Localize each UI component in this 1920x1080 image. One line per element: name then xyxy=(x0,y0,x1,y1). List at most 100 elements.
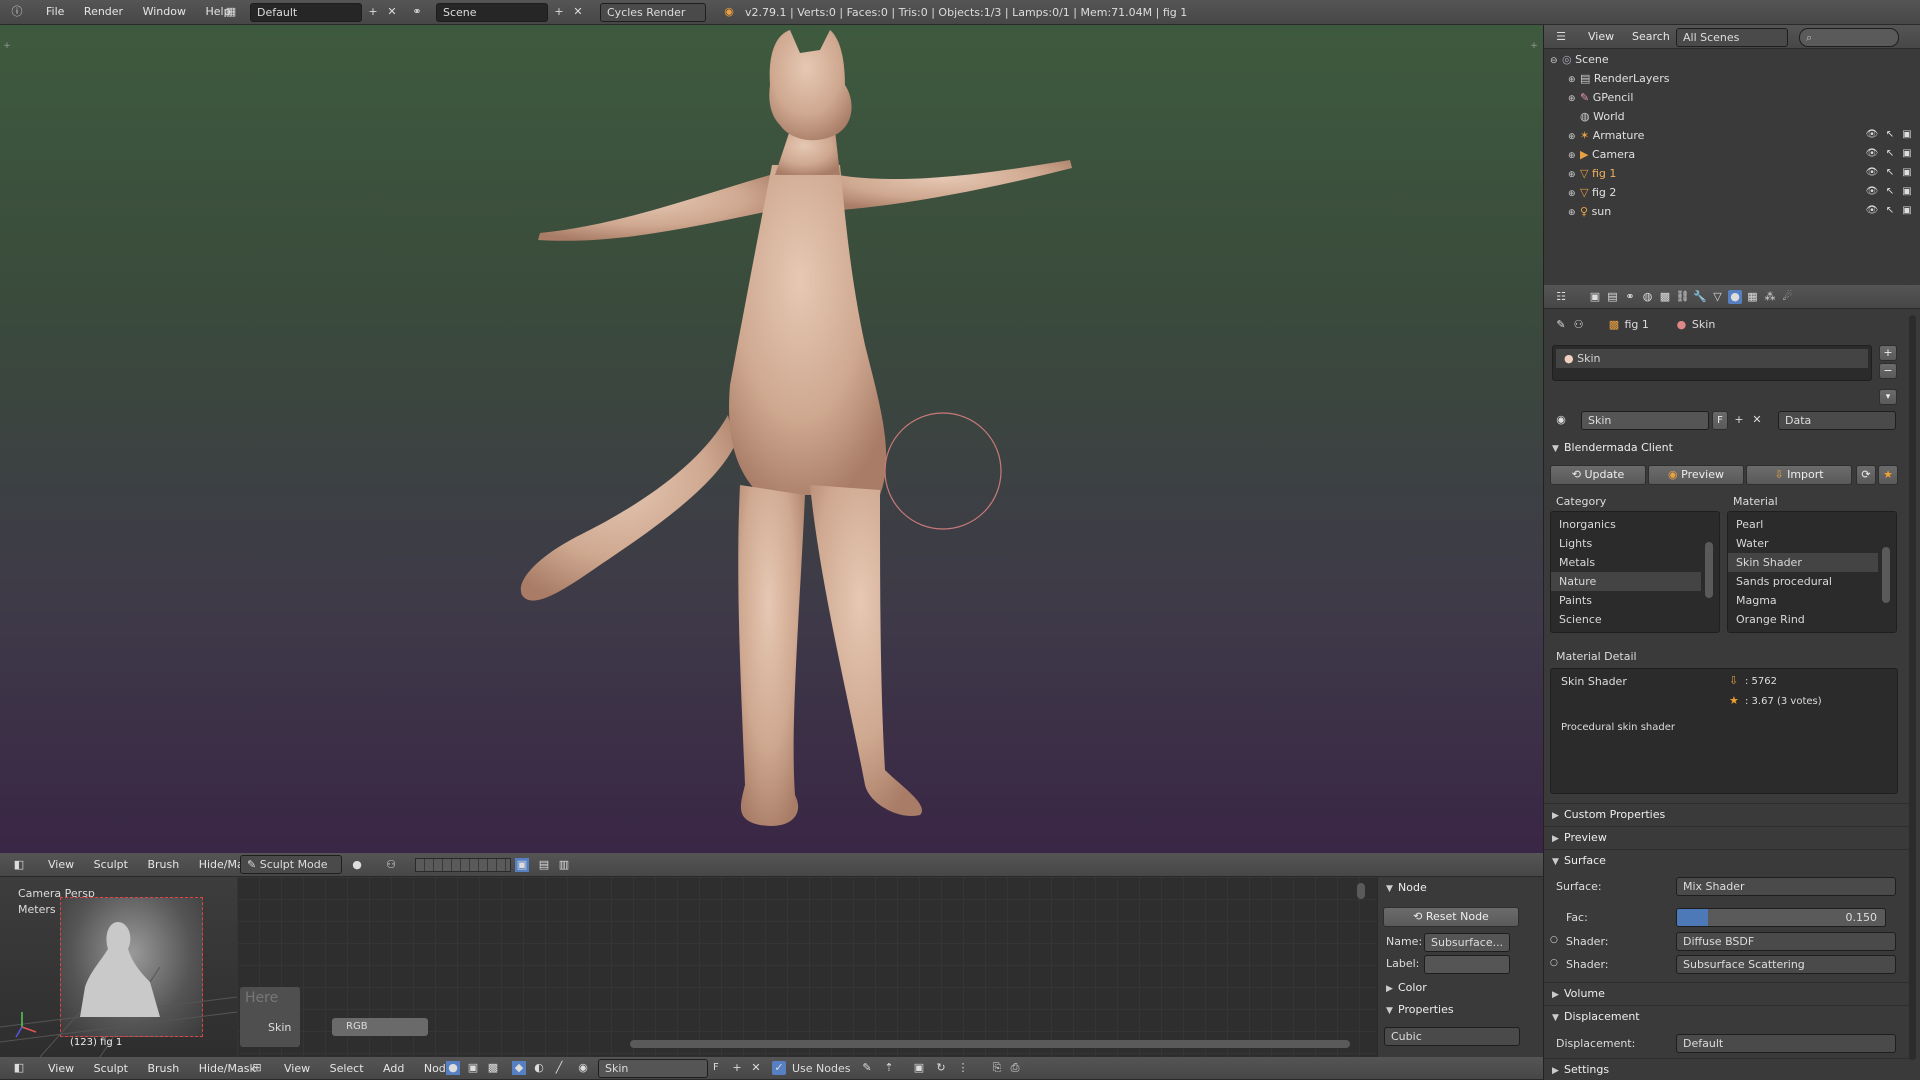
material-fake-user-button[interactable]: F xyxy=(1712,411,1728,430)
preview-button[interactable]: ◉ Preview xyxy=(1648,465,1744,485)
breadcrumb-material[interactable]: Skin xyxy=(1692,318,1715,331)
material-item[interactable]: Magma xyxy=(1728,591,1896,610)
particles-tab-icon[interactable]: ⁂ xyxy=(1763,290,1777,304)
material-datablock-field[interactable]: Skin xyxy=(1581,411,1709,430)
category-scrollbar[interactable] xyxy=(1705,542,1713,598)
category-item[interactable]: Paints xyxy=(1551,591,1719,610)
opengl-anim-icon[interactable]: ▥ xyxy=(557,858,571,872)
displacement-panel[interactable]: ▼ Displacement xyxy=(1544,1005,1914,1029)
pin-icon[interactable]: ✎ xyxy=(860,1061,874,1075)
material-item[interactable]: Water xyxy=(1728,534,1896,553)
material-name-field[interactable]: Skin xyxy=(598,1059,708,1078)
add-material-slot-button[interactable]: + xyxy=(1879,345,1897,361)
shader-tree-icon[interactable]: ● xyxy=(446,1061,460,1075)
node-editor[interactable]: Here Skin RGB ▼ Node ⟲ Reset Node Name: S… xyxy=(237,877,1543,1057)
area-split-icon-left[interactable]: + xyxy=(0,39,14,53)
category-list[interactable]: Inorganics Lights Metals Nature Paints S… xyxy=(1550,511,1720,633)
opengl-render-icon[interactable]: ▤ xyxy=(537,858,551,872)
unlink-material-props-icon[interactable]: ✕ xyxy=(1750,413,1764,427)
reset-node-button[interactable]: ⟲ Reset Node xyxy=(1383,907,1519,927)
layer-buttons[interactable] xyxy=(415,858,511,872)
outliner-menu-view[interactable]: View xyxy=(1580,25,1622,49)
material-item-selected[interactable]: Skin Shader xyxy=(1728,553,1878,572)
material-specials-button[interactable]: ▾ xyxy=(1879,389,1897,405)
outliner-menu-search[interactable]: Search xyxy=(1624,25,1678,49)
category-item[interactable]: Metals xyxy=(1551,553,1719,572)
outliner-row-fig2[interactable]: ⊕ ▽ fig 2 xyxy=(1544,183,1920,202)
menu-window[interactable]: Window xyxy=(135,0,194,24)
shader2-select[interactable]: Subsurface Scattering xyxy=(1676,955,1896,974)
material-item[interactable]: Pearl xyxy=(1728,515,1896,534)
material-list-scrollbar[interactable] xyxy=(1882,547,1890,603)
armature-select-icon[interactable]: ↖ xyxy=(1883,128,1897,142)
outliner-row-camera[interactable]: ⊕ ▶ Camera xyxy=(1544,145,1920,164)
node-editor-hscroll[interactable] xyxy=(630,1040,1350,1048)
object-tab-icon[interactable]: ▩ xyxy=(1658,290,1672,304)
mini-camera-view[interactable]: Camera Persp Meters (123) fig 1 xyxy=(0,877,237,1057)
armature-eye-icon[interactable]: 👁 xyxy=(1865,128,1879,142)
scene-icon[interactable]: ⚭ xyxy=(410,5,424,19)
camera-render-icon[interactable]: ▣ xyxy=(1900,147,1914,161)
armature-render-icon[interactable]: ▣ xyxy=(1900,128,1914,142)
node-color-panel[interactable]: ▶ Color xyxy=(1378,977,1427,1000)
node-menu-select[interactable]: Select xyxy=(322,1057,372,1080)
material-slot-row[interactable]: ● Skin xyxy=(1556,349,1868,368)
displacement-select[interactable]: Default xyxy=(1676,1034,1896,1053)
volume-panel[interactable]: ▶ Volume xyxy=(1544,982,1914,1006)
render-layer-icon[interactable]: ▣ xyxy=(515,858,529,872)
node-menu-view[interactable]: View xyxy=(276,1057,318,1080)
screen-layout-field[interactable]: Default xyxy=(250,3,362,22)
interpolation-select[interactable]: Cubic xyxy=(1384,1027,1520,1046)
editor-type-icon[interactable]: ◧ xyxy=(12,858,26,872)
fig2-select-icon[interactable]: ↖ xyxy=(1883,185,1897,199)
render-tab-icon[interactable]: ▣ xyxy=(1588,290,1602,304)
pin-breadcrumb-icon[interactable]: ✎ xyxy=(1554,318,1568,332)
fig1-eye-icon[interactable]: 👁 xyxy=(1865,166,1879,180)
fig1-select-icon[interactable]: ↖ xyxy=(1883,166,1897,180)
material-link-select[interactable]: Data xyxy=(1778,411,1896,430)
here-frame[interactable]: Here Skin xyxy=(240,987,300,1047)
outliner-row-world[interactable]: ◍ World xyxy=(1544,107,1920,126)
material-slot-list[interactable]: ● Skin xyxy=(1552,345,1872,381)
new-material-icon[interactable]: + xyxy=(730,1061,744,1075)
refresh-button[interactable]: ⟳ xyxy=(1856,465,1876,485)
update-button[interactable]: ⟲ Update xyxy=(1550,465,1646,485)
surface-select[interactable]: Mix Shader xyxy=(1676,877,1896,896)
fig1-render-icon[interactable]: ▣ xyxy=(1900,166,1914,180)
custom-properties-panel[interactable]: ▶ Custom Properties xyxy=(1544,803,1914,827)
add-scene-icon[interactable]: + xyxy=(552,5,566,19)
world-tab-icon[interactable]: ◍ xyxy=(1641,290,1655,304)
material-item[interactable]: Sands procedural xyxy=(1728,572,1896,591)
outliner-row-fig1[interactable]: ⊕ ▽ fig 1 xyxy=(1544,164,1920,183)
viewport-menu-sculpt[interactable]: Sculpt xyxy=(86,853,136,877)
category-item-selected[interactable]: Nature xyxy=(1551,572,1701,591)
outliner-row-armature[interactable]: ⊕ ✶ Armature xyxy=(1544,126,1920,145)
breadcrumb-object[interactable]: fig 1 xyxy=(1625,318,1649,331)
surface-panel[interactable]: ▼ Surface xyxy=(1544,849,1914,873)
node-panel-header[interactable]: ▼ Node xyxy=(1378,877,1543,900)
scene-field[interactable]: Scene xyxy=(436,3,548,22)
camera-select-icon[interactable]: ↖ xyxy=(1883,147,1897,161)
favorite-button[interactable]: ★ xyxy=(1878,465,1898,485)
sun-select-icon[interactable]: ↖ xyxy=(1883,204,1897,218)
add-screen-icon[interactable]: + xyxy=(366,5,380,19)
renderlayers-tab-icon[interactable]: ▤ xyxy=(1606,290,1620,304)
render-engine-select[interactable]: Cycles Render xyxy=(600,3,706,22)
settings-panel[interactable]: ▶ Settings xyxy=(1544,1058,1914,1080)
unlink-material-icon[interactable]: ✕ xyxy=(749,1061,763,1075)
menu-file[interactable]: File xyxy=(38,0,72,24)
viewport-menu-brush[interactable]: Brush xyxy=(139,853,187,877)
viewport-3d[interactable]: + + xyxy=(0,25,1543,853)
outliner-display-select[interactable]: All Scenes xyxy=(1676,28,1788,47)
category-item[interactable]: Science xyxy=(1551,610,1719,629)
texture-tree-icon[interactable]: ▩ xyxy=(486,1061,500,1075)
info-editor-icon[interactable]: ⓘ xyxy=(10,5,24,19)
category-item[interactable]: Lights xyxy=(1551,534,1719,553)
scene-tab-icon[interactable]: ⚭ xyxy=(1623,290,1637,304)
screen-layout-icon[interactable]: ▦ xyxy=(224,5,238,19)
shading-solid-icon[interactable]: ● xyxy=(350,858,364,872)
snap-icon[interactable]: ⋮ xyxy=(956,1061,970,1075)
copy-nodes-icon[interactable]: ⎘ xyxy=(990,1061,1004,1075)
new-material-props-icon[interactable]: + xyxy=(1732,413,1746,427)
mini-menu-brush[interactable]: Brush xyxy=(139,1057,187,1080)
